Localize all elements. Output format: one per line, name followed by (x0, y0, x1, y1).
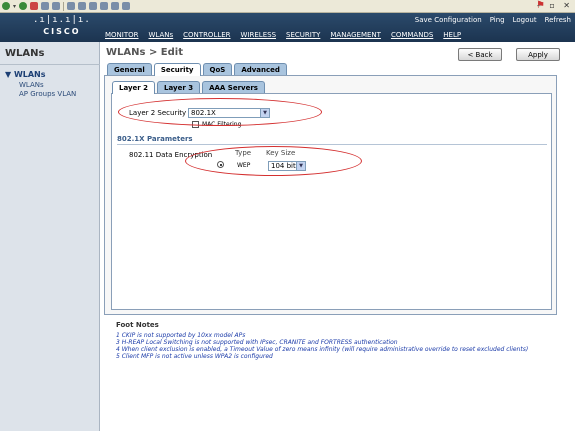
print-icon[interactable] (111, 2, 120, 10)
refresh-link[interactable]: Refresh (545, 16, 571, 24)
window-controls[interactable]: – ▫ ✕ (537, 1, 573, 10)
history-icon[interactable] (89, 2, 98, 10)
top-links: Save Configuration Ping Logout Refresh (415, 16, 571, 24)
sidebar: WLANs ▼ WLANs WLANs AP Groups VLAN (0, 42, 100, 431)
tab-advanced[interactable]: Advanced (234, 63, 287, 75)
footnotes-title: Foot Notes (116, 321, 159, 329)
footnote-4: 4 When client exclusion is enabled, a Ti… (116, 346, 529, 353)
section-heading-8021x: 802.1X Parameters (117, 135, 193, 143)
home-icon[interactable] (52, 2, 61, 10)
menu-management[interactable]: MANAGEMENT (330, 31, 381, 39)
tab-general[interactable]: General (107, 63, 152, 75)
mail-icon[interactable] (100, 2, 109, 10)
sidebar-item-ap-groups-vlan[interactable]: AP Groups VLAN (19, 90, 76, 98)
save-configuration-link[interactable]: Save Configuration (415, 16, 482, 24)
cisco-wordmark: CISCO (43, 27, 81, 36)
subtab-layer-2[interactable]: Layer 2 (112, 81, 156, 94)
logout-link[interactable]: Logout (513, 16, 537, 24)
menu-help[interactable]: HELP (443, 31, 461, 39)
browser-toolbar: ▾ (0, 0, 575, 13)
tab-security[interactable]: Security (153, 63, 201, 76)
sidebar-divider (0, 64, 100, 65)
edit-icon[interactable] (122, 2, 131, 10)
footnote-5: 5 Client MFP is not active unless WPA2 i… (116, 353, 273, 360)
menu-wireless[interactable]: WIRELESS (241, 31, 276, 39)
main-menu: MONITOR WLANs CONTROLLER WIRELESS SECURI… (105, 31, 461, 39)
layer2-panel (111, 93, 552, 310)
footnote-1: 1 CKIP is not supported by 10xx model AP… (116, 332, 246, 339)
menu-wlans[interactable]: WLANs (149, 31, 174, 39)
tab-qos[interactable]: QoS (202, 63, 233, 75)
security-subtabs: Layer 2 Layer 3 AAA Servers (112, 81, 265, 94)
stop-icon[interactable] (30, 2, 39, 10)
sidebar-group-wlans[interactable]: ▼ WLANs (5, 70, 46, 79)
sidebar-title: WLANs (5, 48, 45, 59)
back-arrow-icon[interactable] (2, 2, 10, 10)
sidebar-group-label: WLANs (13, 70, 46, 79)
favorites-icon[interactable] (78, 2, 87, 10)
subtab-layer-3[interactable]: Layer 3 (157, 81, 201, 93)
app-header: .ı|ı.ı|ı. CISCO Save Configuration Ping … (0, 13, 575, 42)
highlight-ellipse-layer2 (118, 98, 322, 126)
menu-security[interactable]: SECURITY (286, 31, 320, 39)
footnote-3: 3 H-REAP Local Switching is not supporte… (116, 339, 398, 346)
search-icon[interactable] (67, 2, 76, 10)
triangle-down-icon: ▼ (5, 70, 14, 79)
menu-controller[interactable]: CONTROLLER (183, 31, 230, 39)
highlight-ellipse-encryption (185, 146, 362, 176)
forward-arrow-icon[interactable] (19, 2, 28, 10)
menu-monitor[interactable]: MONITOR (105, 31, 139, 39)
refresh-icon[interactable] (41, 2, 50, 10)
dropdown-icon[interactable]: ▾ (13, 3, 16, 10)
section-divider (117, 144, 547, 145)
cisco-bars-icon: .ı|ı.ı|ı. (33, 15, 91, 25)
page-title: WLANs > Edit (106, 47, 184, 58)
toolbar-divider (63, 1, 65, 11)
main-tabs: General Security QoS Advanced (107, 63, 287, 76)
sidebar-item-wlans[interactable]: WLANs (19, 81, 44, 89)
subtab-aaa-servers[interactable]: AAA Servers (202, 81, 265, 93)
apply-button[interactable]: Apply (516, 48, 560, 61)
ping-link[interactable]: Ping (490, 16, 505, 24)
cisco-logo: .ı|ı.ı|ı. CISCO (33, 15, 91, 37)
back-button[interactable]: < Back (458, 48, 502, 61)
menu-commands[interactable]: COMMANDS (391, 31, 433, 39)
